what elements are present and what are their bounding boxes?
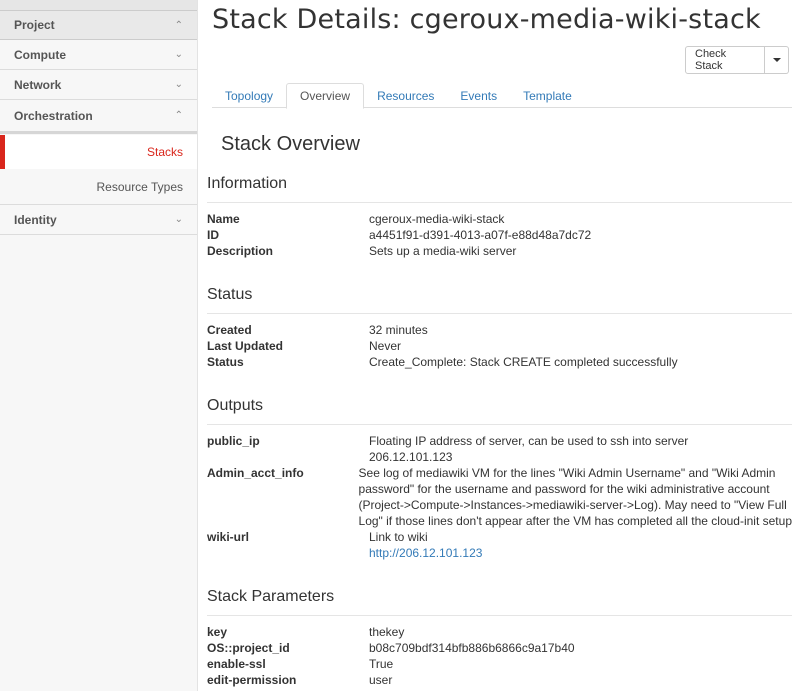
divider (207, 615, 792, 616)
sidebar-section-compute[interactable]: Compute ⌄ (0, 40, 197, 70)
chevron-up-icon: ⌃ (174, 110, 183, 121)
info-row-name: Name cgeroux-media-wiki-stack (207, 211, 792, 227)
row-value: a4451f91-d391-4013-a07f-e88d48a7dc72 (369, 228, 592, 242)
sidebar: Project ⌃ Compute ⌄ Network ⌄ Orchestrat… (0, 0, 198, 691)
tab-topology[interactable]: Topology (212, 83, 286, 108)
tab-bar: Topology Overview Resources Events Templ… (212, 83, 792, 109)
actions-dropdown-toggle[interactable] (765, 46, 789, 74)
sidebar-item-label: Stacks (146, 145, 183, 159)
output-description-line: password" for the username and password … (358, 482, 770, 496)
stack-parameters-heading: Stack Parameters (207, 588, 335, 605)
row-key: Description (207, 244, 274, 258)
tab-events[interactable]: Events (447, 83, 510, 108)
output-row-public-ip: public_ip Floating IP address of server,… (207, 433, 792, 465)
row-key: wiki-url (207, 530, 250, 544)
output-description: Floating IP address of server, can be us… (369, 434, 689, 448)
sidebar-top-bar (0, 0, 197, 10)
row-key: edit-permission (207, 673, 297, 687)
output-description-line: Log" if those lines don't appear after t… (358, 514, 792, 528)
output-description-line: (Project->Compute->Instances->mediawiki-… (358, 498, 787, 512)
sidebar-item-stacks[interactable]: Stacks (0, 135, 197, 169)
main-content: Stack Details: cgeroux-media-wiki-stack … (198, 0, 792, 691)
outputs-heading: Outputs (207, 397, 264, 414)
param-row-enable-ssl: enable-ssl True (207, 656, 792, 672)
row-value: Never (369, 339, 402, 353)
output-value: 206.12.101.123 (369, 450, 453, 464)
sidebar-section-label: Network (14, 77, 62, 92)
sidebar-section-orchestration[interactable]: Orchestration ⌃ (0, 100, 197, 134)
output-description-line: See log of mediawiki VM for the lines "W… (358, 466, 776, 480)
sidebar-section-label: Identity (14, 212, 57, 227)
status-row-status: Status Create_Complete: Stack CREATE com… (207, 354, 792, 370)
chevron-up-icon: ⌃ (174, 19, 183, 31)
wiki-url-link[interactable]: http://206.12.101.123 (369, 546, 482, 560)
row-value: Floating IP address of server, can be us… (369, 433, 792, 465)
row-value: 32 minutes (369, 323, 428, 337)
status-row-last-updated: Last Updated Never (207, 338, 792, 354)
status-heading: Status (207, 286, 253, 303)
page-title: Stack Details: cgeroux-media-wiki-stack (212, 4, 761, 35)
chevron-down-icon: ⌄ (174, 49, 183, 60)
chevron-down-icon: ⌄ (174, 79, 183, 90)
row-value: cgeroux-media-wiki-stack (369, 212, 505, 226)
row-value: See log of mediawiki VM for the lines "W… (359, 465, 792, 529)
row-value: Create_Complete: Stack CREATE completed … (369, 355, 678, 369)
row-key: key (207, 625, 228, 639)
info-row-id: ID a4451f91-d391-4013-a07f-e88d48a7dc72 (207, 227, 792, 243)
check-stack-button[interactable]: Check Stack (685, 46, 765, 74)
info-row-description: Description Sets up a media-wiki server (207, 243, 792, 259)
stack-overview-heading: Stack Overview (221, 133, 360, 155)
chevron-down-icon: ⌄ (174, 214, 183, 225)
row-value: Sets up a media-wiki server (369, 244, 517, 258)
output-row-admin-acct-info: Admin_acct_info See log of mediawiki VM … (207, 465, 792, 529)
row-key: Name (207, 212, 240, 226)
sidebar-section-label: Project (14, 18, 55, 32)
sidebar-section-label: Orchestration (14, 108, 93, 123)
row-key: enable-ssl (207, 657, 266, 671)
row-key: Admin_acct_info (207, 466, 304, 480)
row-key: Created (207, 323, 252, 337)
tab-overview[interactable]: Overview (286, 83, 365, 109)
row-value: thekey (369, 625, 405, 639)
param-row-project-id: OS::project_id b08c709bdf314bfb886b6866c… (207, 640, 792, 656)
row-key: Status (207, 355, 244, 369)
row-key: public_ip (207, 434, 260, 448)
tab-template[interactable]: Template (510, 83, 585, 108)
check-stack-button-group: Check Stack (685, 46, 789, 74)
row-value: True (369, 657, 394, 671)
sidebar-section-project[interactable]: Project ⌃ (0, 10, 197, 40)
divider (207, 424, 792, 425)
row-value: b08c709bdf314bfb886b6866c9a17b40 (369, 641, 575, 655)
caret-down-icon (772, 58, 781, 62)
information-heading: Information (207, 175, 288, 192)
output-description: Link to wiki (369, 530, 428, 544)
tab-resources[interactable]: Resources (364, 83, 447, 108)
sidebar-section-label: Compute (14, 47, 66, 62)
output-row-wiki-url: wiki-url Link to wiki http://206.12.101.… (207, 529, 792, 561)
divider (207, 313, 792, 314)
status-row-created: Created 32 minutes (207, 322, 792, 338)
row-value: Link to wiki http://206.12.101.123 (369, 529, 792, 561)
row-key: ID (207, 228, 219, 242)
sidebar-section-network[interactable]: Network ⌄ (0, 70, 197, 100)
divider (207, 202, 792, 203)
row-value: user (369, 673, 393, 687)
row-key: OS::project_id (207, 641, 290, 655)
param-row-key: key thekey (207, 624, 792, 640)
sidebar-section-identity[interactable]: Identity ⌄ (0, 205, 197, 235)
row-key: Last Updated (207, 339, 284, 353)
sidebar-item-resource-types[interactable]: Resource Types (0, 169, 197, 205)
sidebar-item-label: Resource Types (96, 179, 184, 194)
param-row-edit-permission: edit-permission user (207, 672, 792, 688)
